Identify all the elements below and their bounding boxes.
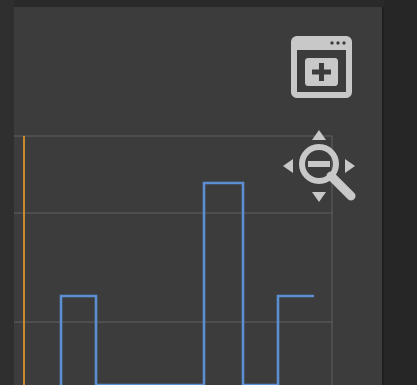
- arrow-right: [345, 159, 355, 173]
- arrow-up: [312, 130, 326, 140]
- zoom-pan-button[interactable]: [279, 126, 365, 208]
- window-add-icon: [291, 36, 352, 98]
- zoom-pan-icon: [283, 130, 356, 202]
- add-window-button[interactable]: [289, 34, 354, 100]
- arrow-left: [283, 159, 293, 173]
- arrow-down: [312, 192, 326, 202]
